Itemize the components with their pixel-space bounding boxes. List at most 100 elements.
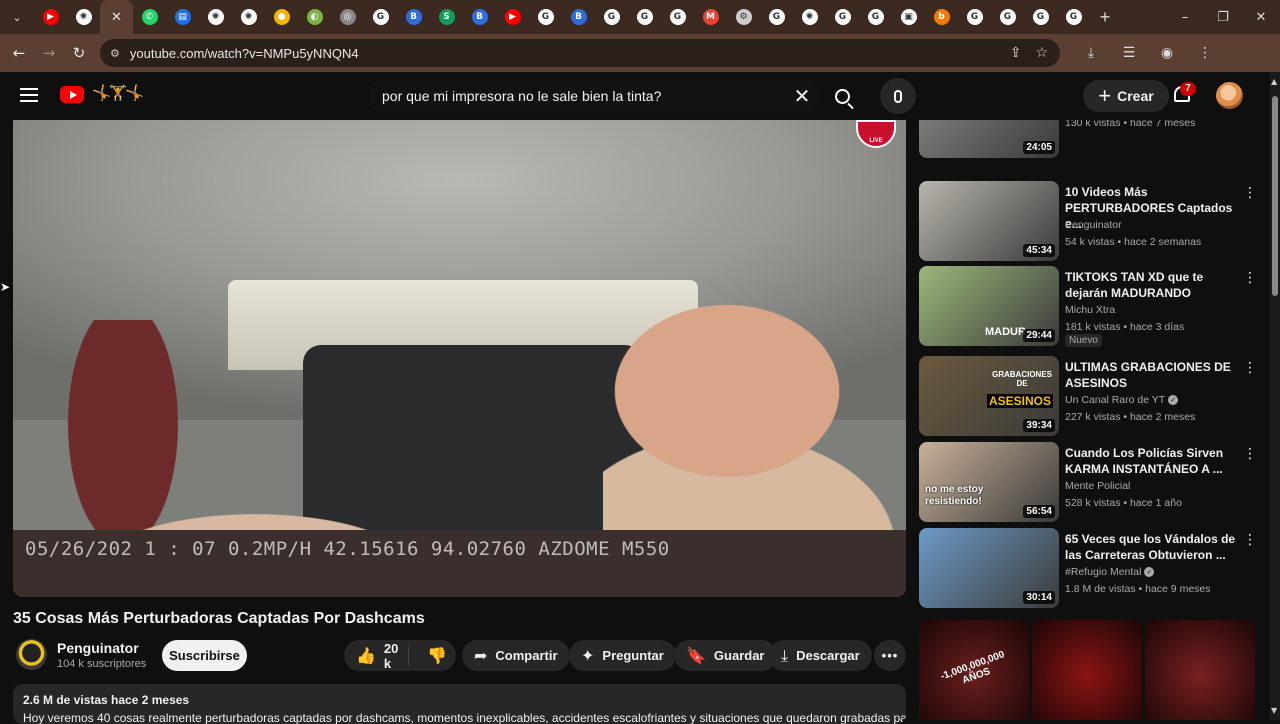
more-actions-button[interactable]: ••• xyxy=(874,640,906,671)
new-tab-button[interactable]: + xyxy=(1090,7,1120,28)
browser-tab[interactable]: ◐ xyxy=(298,0,331,34)
browser-tab[interactable]: ✺ xyxy=(232,0,265,34)
recommended-video-title[interactable]: TIKTOKS TAN XD que te dejarán MADURANDO xyxy=(1065,269,1243,301)
download-button[interactable]: ⤓ Descargar xyxy=(769,640,872,671)
youtube-doodle-icon[interactable]: 🤸🏋🤸 xyxy=(92,84,144,102)
browser-menu-icon[interactable]: ⋮ xyxy=(1190,45,1220,61)
browser-tab[interactable]: M xyxy=(694,0,727,34)
browser-tab[interactable]: ● xyxy=(265,0,298,34)
minimize-icon[interactable]: – xyxy=(1166,10,1204,25)
channel-name[interactable]: Penguinator xyxy=(57,640,139,656)
install-app-icon[interactable]: ⇪ xyxy=(1010,45,1022,61)
share-button[interactable]: ➦ Compartir xyxy=(462,640,570,671)
browser-tab[interactable]: G xyxy=(1057,0,1090,34)
browser-tab[interactable]: ▶ xyxy=(496,0,529,34)
page-scrollbar[interactable]: ▲ ▼ xyxy=(1270,72,1280,720)
reading-list-icon[interactable]: ☰ xyxy=(1114,45,1144,61)
recommended-channel-name[interactable]: Un Canal Raro de YT ✓ xyxy=(1065,394,1179,406)
channel-avatar[interactable] xyxy=(16,639,47,670)
profile-icon[interactable]: ◉ xyxy=(1152,45,1182,61)
reload-button[interactable]: ↻ xyxy=(64,38,94,68)
address-bar[interactable]: ⚙ youtube.com/watch?v=NMPu5yNNQN4 ⇪ ☆ xyxy=(100,39,1060,67)
close-window-icon[interactable]: ✕ xyxy=(1242,10,1280,25)
video-options-icon[interactable]: ⋮ xyxy=(1243,185,1257,201)
create-button[interactable]: + Crear xyxy=(1083,80,1169,112)
description-box[interactable]: 2.6 M de vistas hace 2 meses Hoy veremos… xyxy=(13,684,906,724)
youtube-logo[interactable] xyxy=(60,86,84,103)
clear-search-icon[interactable]: ✕ xyxy=(784,84,820,108)
video-options-icon[interactable]: ⋮ xyxy=(1243,532,1257,548)
recommended-video[interactable]: 45:34 10 Videos Más PERTURBADORES Captado… xyxy=(919,181,1259,261)
forward-button[interactable]: → xyxy=(34,38,64,68)
recommended-video[interactable]: 24:05SI TU CASA ESTA MAL ...Ingenieria p… xyxy=(919,120,1259,158)
video-options-icon[interactable]: ⋮ xyxy=(1243,446,1257,462)
browser-tab[interactable]: B xyxy=(463,0,496,34)
browser-tab[interactable]: G xyxy=(364,0,397,34)
browser-tab[interactable]: ✺ xyxy=(199,0,232,34)
video-options-icon[interactable]: ⋮ xyxy=(1243,270,1257,286)
browser-tab[interactable]: G xyxy=(628,0,661,34)
save-button[interactable]: 🔖 Guardar xyxy=(674,640,777,671)
search-input[interactable]: por que mi impresora no le sale bien la … xyxy=(368,88,784,104)
browser-tab[interactable]: G xyxy=(991,0,1024,34)
video-thumbnail[interactable]: 45:34 xyxy=(919,181,1059,261)
video-thumbnail[interactable]: no me estoy resistiendo! 56:54 xyxy=(919,442,1059,522)
tab-search-dropdown-icon[interactable]: ⌄ xyxy=(0,0,34,34)
search-box[interactable]: por que mi impresora no le sale bien la … xyxy=(368,78,820,114)
browser-tab[interactable]: ▤ xyxy=(166,0,199,34)
browser-tab[interactable]: G xyxy=(661,0,694,34)
dislike-button[interactable]: 👎 xyxy=(417,646,457,665)
recommended-video[interactable]: MADUR 29:44 TIKTOKS TAN XD que te dejarán … xyxy=(919,266,1259,347)
voice-search-button[interactable] xyxy=(880,78,916,114)
recommended-video[interactable]: no me estoy resistiendo! 56:54 Cuando Los … xyxy=(919,442,1259,522)
browser-tab[interactable]: ⚙ xyxy=(727,0,760,34)
browser-tab[interactable]: G xyxy=(595,0,628,34)
short-thumbnail[interactable]: -1,000,000,000 AÑOS xyxy=(919,620,1029,720)
scroll-up-icon[interactable]: ▲ xyxy=(1271,77,1277,86)
video-thumbnail[interactable]: 24:05 xyxy=(919,120,1059,158)
browser-tab[interactable]: ✆ xyxy=(133,0,166,34)
browser-tab[interactable]: B xyxy=(397,0,430,34)
search-button[interactable] xyxy=(820,78,864,114)
maximize-icon[interactable]: ❐ xyxy=(1204,10,1242,25)
browser-tab[interactable]: G xyxy=(859,0,892,34)
notifications-button[interactable]: 7 xyxy=(1170,82,1196,108)
video-thumbnail[interactable]: MADUR 29:44 xyxy=(919,266,1059,346)
browser-tab[interactable]: ✺ xyxy=(793,0,826,34)
recommended-channel-name[interactable]: Mente Policial xyxy=(1065,480,1130,492)
short-thumbnail[interactable] xyxy=(1032,620,1142,720)
browser-tab[interactable]: B xyxy=(562,0,595,34)
recommended-video-title[interactable]: Cuando Los Policías Sirven KARMA INSTANT… xyxy=(1065,445,1243,477)
recommended-video[interactable]: GRABACIONES DE ASESINOS 39:34 ULTIMAS GRABA… xyxy=(919,356,1259,436)
video-thumbnail[interactable]: GRABACIONES DE ASESINOS 39:34 xyxy=(919,356,1059,436)
back-button[interactable]: ← xyxy=(4,38,34,68)
scroll-down-icon[interactable]: ▼ xyxy=(1271,706,1277,715)
site-info-icon[interactable]: ⚙ xyxy=(110,47,120,60)
browser-tab[interactable]: G xyxy=(760,0,793,34)
close-tab-icon[interactable]: ✕ xyxy=(111,10,122,25)
bookmark-star-icon[interactable]: ☆ xyxy=(1035,45,1048,61)
browser-tab[interactable]: G xyxy=(529,0,562,34)
recommended-channel-name[interactable]: Michu Xtra xyxy=(1065,304,1115,316)
scrollbar-thumb[interactable] xyxy=(1272,96,1278,296)
browser-tab[interactable]: b xyxy=(925,0,958,34)
subscribe-button[interactable]: Suscribirse xyxy=(162,640,247,671)
recommended-video[interactable]: 30:14 65 Veces que los Vándalos de las Ca… xyxy=(919,528,1259,608)
browser-tab[interactable]: G xyxy=(958,0,991,34)
recommended-channel-name[interactable]: Penguinator xyxy=(1065,219,1122,231)
downloads-icon[interactable]: ⤓ xyxy=(1076,45,1106,61)
browser-tab[interactable]: G xyxy=(826,0,859,34)
account-avatar[interactable] xyxy=(1216,82,1243,109)
browser-tab[interactable]: G xyxy=(1024,0,1057,34)
recommended-channel-name[interactable]: #Refugio Mental ✓ xyxy=(1065,566,1155,578)
browser-tab[interactable]: ▣ xyxy=(892,0,925,34)
browser-tab[interactable]: ▶ xyxy=(34,0,67,34)
browser-tab[interactable]: ◎ xyxy=(331,0,364,34)
browser-tab[interactable]: ✕ xyxy=(100,0,133,34)
like-button[interactable]: 👍 20 k xyxy=(344,641,410,671)
recommended-video-title[interactable]: ULTIMAS GRABACIONES DE ASESINOS xyxy=(1065,359,1243,391)
ask-button[interactable]: ✦ Preguntar xyxy=(569,640,676,671)
menu-icon[interactable] xyxy=(20,88,38,102)
video-thumbnail[interactable]: 30:14 xyxy=(919,528,1059,608)
browser-tab[interactable]: S xyxy=(430,0,463,34)
